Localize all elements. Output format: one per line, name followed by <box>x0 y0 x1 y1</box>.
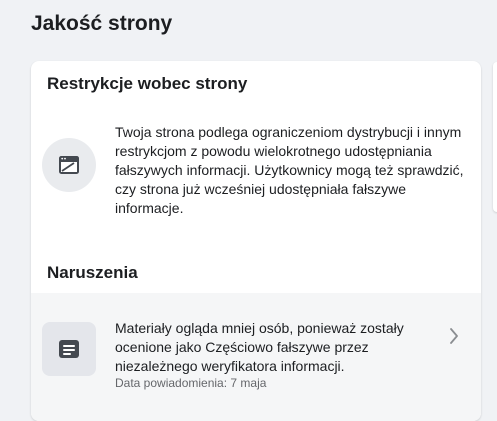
restrictions-description: Twoja strona podlega ograniczeniom dystr… <box>115 124 464 216</box>
violations-title: Naruszenia <box>47 263 138 282</box>
restrictions-title: Restrykcje wobec strony <box>47 74 248 93</box>
violation-description: Materiały ogląda mniej osób, ponieważ zo… <box>115 320 404 374</box>
document-icon <box>42 322 96 376</box>
chevron-right-icon[interactable] <box>447 326 461 346</box>
page-quality-card: Restrykcje wobec strony Twoja strona pod… <box>31 61 481 421</box>
restricted-window-icon <box>42 138 96 192</box>
adjacent-card-edge <box>493 62 497 212</box>
violation-list-item[interactable]: Materiały ogląda mniej osób, ponieważ zo… <box>31 293 481 421</box>
violation-notification-date: Data powiadomienia: 7 maja <box>115 376 267 390</box>
page-title: Jakość strony <box>31 12 173 35</box>
